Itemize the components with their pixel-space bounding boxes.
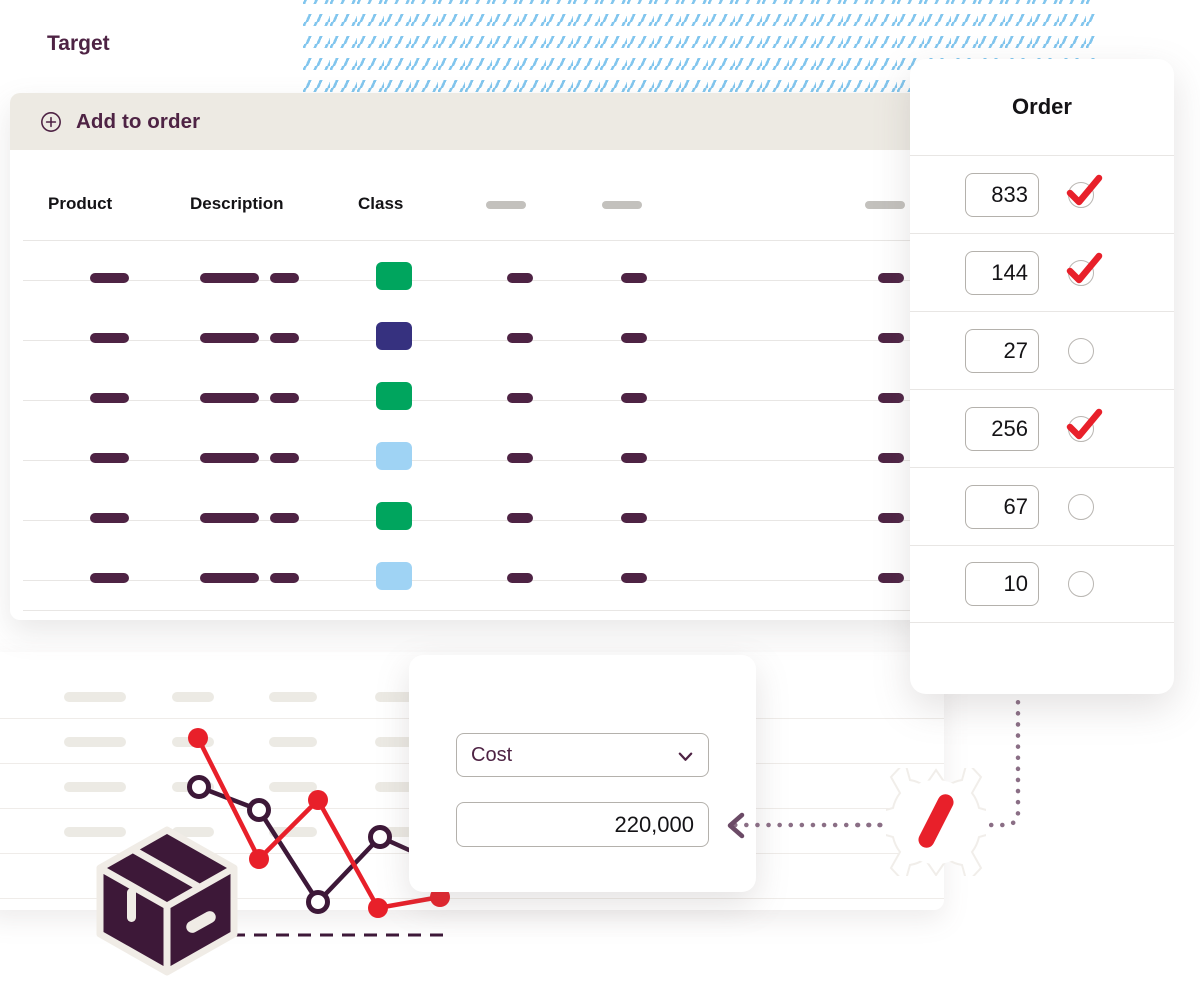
target-metric-select[interactable]: Cost bbox=[456, 733, 709, 777]
circle-outline-icon bbox=[1068, 571, 1094, 597]
order-quantity-input[interactable]: 833 bbox=[965, 172, 1039, 217]
order-quantity-input[interactable]: 256 bbox=[965, 406, 1039, 451]
target-card-title: Target bbox=[47, 32, 110, 55]
chevron-down-icon[interactable] bbox=[676, 747, 695, 766]
order-quantity-input[interactable]: 27 bbox=[965, 328, 1039, 373]
class-swatch bbox=[376, 562, 412, 590]
target-value-input[interactable]: 220,000 bbox=[456, 802, 709, 847]
order-confirm-toggle[interactable] bbox=[1062, 487, 1102, 527]
class-swatch bbox=[376, 382, 412, 410]
settings-connector-path bbox=[727, 677, 1021, 839]
order-side-panel: Order 833 144 27 256 67 10 bbox=[910, 59, 1174, 694]
column-header-placeholder-5 bbox=[602, 201, 642, 209]
circle-outline-icon bbox=[1068, 337, 1094, 364]
target-value-text: 220,000 bbox=[614, 811, 694, 837]
column-header-placeholder-4 bbox=[486, 201, 526, 209]
class-swatch bbox=[376, 442, 412, 470]
order-rows-list: 833 144 27 256 67 10 bbox=[910, 155, 1174, 623]
order-row[interactable]: 256 bbox=[910, 389, 1174, 467]
order-confirm-toggle[interactable] bbox=[1062, 252, 1103, 293]
order-row[interactable]: 144 bbox=[910, 233, 1174, 311]
order-row[interactable]: 833 bbox=[910, 155, 1174, 233]
check-icon bbox=[1066, 408, 1103, 439]
class-swatch bbox=[376, 322, 412, 350]
order-confirm-toggle[interactable] bbox=[1062, 331, 1102, 371]
column-header-placeholder-6 bbox=[865, 201, 905, 209]
order-quantity-value: 10 bbox=[1003, 571, 1028, 596]
circle-outline-icon bbox=[1068, 493, 1094, 520]
order-quantity-input[interactable]: 10 bbox=[965, 562, 1039, 606]
check-icon bbox=[1066, 174, 1103, 205]
order-quantity-value: 833 bbox=[991, 181, 1028, 207]
order-row[interactable]: 27 bbox=[910, 311, 1174, 389]
class-swatch bbox=[376, 502, 412, 530]
screenshot-root: Add to order Product Description Class T… bbox=[0, 0, 1200, 1000]
order-quantity-value: 27 bbox=[1003, 337, 1028, 363]
gear-icon[interactable] bbox=[886, 768, 986, 876]
class-swatch bbox=[376, 262, 412, 290]
order-row[interactable]: 10 bbox=[910, 545, 1174, 623]
order-confirm-toggle[interactable] bbox=[1062, 408, 1103, 449]
order-quantity-value: 67 bbox=[1003, 493, 1028, 519]
add-to-order-label: Add to order bbox=[76, 109, 201, 133]
order-quantity-value: 144 bbox=[991, 259, 1028, 285]
add-to-order-toolbar[interactable]: Add to order bbox=[10, 93, 944, 150]
table-column-headers: Product Description Class bbox=[10, 150, 944, 236]
order-quantity-value: 256 bbox=[991, 415, 1028, 441]
check-icon bbox=[1066, 252, 1103, 283]
column-header-class: Class bbox=[358, 194, 404, 213]
order-table-card: Add to order Product Description Class bbox=[10, 93, 944, 620]
order-panel-title: Order bbox=[1012, 94, 1072, 119]
order-confirm-toggle[interactable] bbox=[1062, 564, 1102, 604]
order-confirm-toggle[interactable] bbox=[1062, 174, 1103, 215]
target-metric-value: Cost bbox=[471, 743, 513, 766]
column-header-product: Product bbox=[48, 194, 113, 213]
order-quantity-input[interactable]: 67 bbox=[965, 484, 1039, 529]
order-quantity-input[interactable]: 144 bbox=[965, 250, 1039, 295]
column-header-description: Description bbox=[190, 194, 284, 213]
order-row[interactable]: 67 bbox=[910, 467, 1174, 545]
package-box-icon bbox=[96, 826, 238, 976]
plus-circle-icon[interactable] bbox=[40, 111, 62, 133]
